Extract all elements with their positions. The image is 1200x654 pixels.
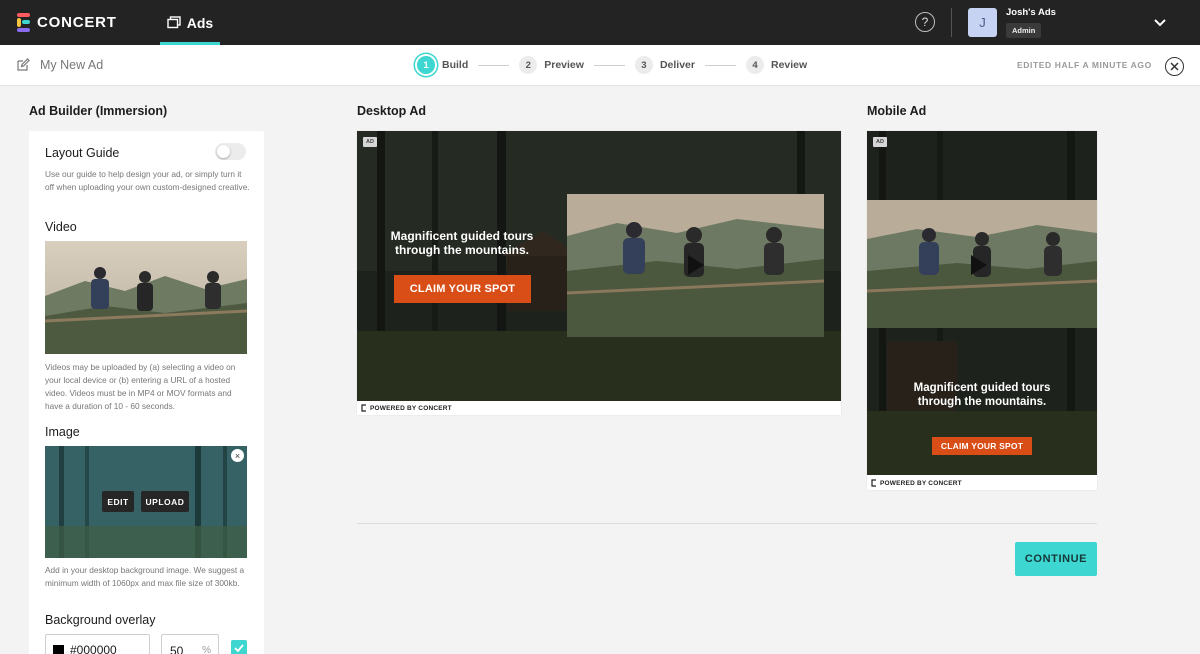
progress-stepper: 1 Build 2 Preview 3 Deliver 4 Review <box>417 55 807 75</box>
mobile-powered-by-label: POWERED BY CONCERT <box>880 479 962 487</box>
chevron-down-icon[interactable] <box>1152 14 1168 30</box>
mobile-powered-by: POWERED BY CONCERT <box>871 479 962 487</box>
pencil-icon[interactable] <box>16 58 30 72</box>
top-navigation-bar: CONCERT Ads ? J Josh's Ads Admin <box>0 0 1200 45</box>
brand-name: CONCERT <box>37 13 117 31</box>
help-icon[interactable]: ? <box>915 12 935 32</box>
desktop-ad-preview[interactable]: AD Magnificent guided tours through the … <box>357 131 841 415</box>
step-build[interactable]: 1 Build <box>417 56 468 74</box>
concert-logo-icon <box>17 12 30 32</box>
video-help: Videos may be uploaded by (a) selecting … <box>45 362 236 411</box>
last-edited-status: EDITED HALF A MINUTE AGO <box>1017 60 1152 70</box>
desktop-powered-by: POWERED BY CONCERT <box>361 404 452 412</box>
image-upload-button[interactable]: UPLOAD <box>141 491 189 512</box>
step-label: Preview <box>544 59 584 71</box>
image-help: Add in your desktop background image. We… <box>45 565 245 588</box>
overlay-enabled-checkbox[interactable] <box>231 640 247 654</box>
nav-tab-ads-label: Ads <box>186 14 214 31</box>
background-overlay-title: Background overlay <box>45 613 156 627</box>
builder-heading: Ad Builder (Immersion) <box>29 104 168 118</box>
step-number: 3 <box>634 56 653 74</box>
image-thumbnail[interactable]: EDIT UPLOAD × <box>45 446 247 558</box>
mobile-forest-image <box>867 131 1097 475</box>
check-icon <box>234 644 244 652</box>
video-title: Video <box>45 220 77 234</box>
mobile-ad-preview[interactable]: AD Magnificent guided tours through the … <box>867 131 1097 490</box>
close-editor-button[interactable] <box>1165 57 1184 76</box>
desktop-forest-image <box>357 131 841 401</box>
step-connector <box>478 64 510 66</box>
step-connector <box>593 64 625 66</box>
ad-name-field[interactable]: My New Ad <box>40 58 103 72</box>
content-divider <box>357 523 1097 524</box>
desktop-powered-by-label: POWERED BY CONCERT <box>370 404 452 412</box>
step-number: 2 <box>519 56 538 74</box>
mobile-cta-button[interactable]: CLAIM YOUR SPOT <box>932 437 1032 455</box>
mobile-ad-background: AD Magnificent guided tours through the … <box>867 131 1097 475</box>
overlay-opacity-value: 50 <box>170 644 184 654</box>
layout-guide-toggle[interactable] <box>215 143 246 160</box>
overlay-color-input[interactable]: #000000 <box>45 634 150 654</box>
step-label: Review <box>770 59 808 71</box>
layout-guide-help: Use our guide to help design your ad, or… <box>45 169 250 192</box>
layout-guide-title: Layout Guide <box>45 146 120 160</box>
step-label: Build <box>442 59 469 71</box>
image-remove-button[interactable]: × <box>231 449 244 462</box>
step-deliver[interactable]: 3 Deliver <box>634 56 695 74</box>
mobile-ad-heading: Mobile Ad <box>867 104 927 118</box>
step-label: Deliver <box>659 59 695 71</box>
step-preview[interactable]: 2 Preview <box>519 56 584 74</box>
mobile-ad-headline: Magnificent guided tours through the mou… <box>913 382 1051 408</box>
image-title: Image <box>45 425 80 439</box>
image-edit-button[interactable]: EDIT <box>102 491 134 512</box>
concert-logo[interactable]: CONCERT <box>17 12 117 32</box>
avatar[interactable]: J <box>968 8 997 37</box>
play-icon[interactable] <box>971 255 987 275</box>
step-number: 4 <box>745 56 764 74</box>
overlay-color-swatch[interactable] <box>53 644 64 654</box>
overlay-color-value: #000000 <box>70 643 117 654</box>
video-thumbnail[interactable] <box>45 241 247 354</box>
desktop-ad-background: AD Magnificent guided tours through the … <box>357 131 841 401</box>
desktop-cta-button[interactable]: CLAIM YOUR SPOT <box>394 275 531 303</box>
ad-builder-panel: Layout Guide Use our guide to help desig… <box>29 131 264 654</box>
overlay-opacity-input[interactable]: 50 % <box>161 634 219 654</box>
video-thumbnail-image <box>45 241 247 354</box>
close-icon <box>1170 62 1179 71</box>
desktop-ad-heading: Desktop Ad <box>357 104 426 118</box>
concert-logo-icon <box>871 479 876 487</box>
account-name[interactable]: Josh's Ads <box>1006 7 1056 18</box>
topbar-divider <box>951 8 952 37</box>
desktop-ad-headline: Magnificent guided tours through the mou… <box>390 229 534 257</box>
play-icon[interactable] <box>688 255 704 275</box>
ad-badge: AD <box>873 137 887 147</box>
step-connector <box>704 64 736 66</box>
step-review[interactable]: 4 Review <box>745 56 808 74</box>
step-number: 1 <box>417 56 435 74</box>
ad-badge: AD <box>363 137 377 147</box>
concert-logo-icon <box>361 404 366 412</box>
continue-button[interactable]: CONTINUE <box>1015 542 1097 576</box>
account-role-badge: Admin <box>1006 23 1042 38</box>
nav-tab-ads[interactable]: Ads <box>160 0 220 45</box>
ads-stack-icon <box>167 16 181 29</box>
overlay-opacity-unit: % <box>202 645 211 654</box>
ad-editor-header: My New Ad 1 Build 2 Preview 3 Deliver 4 … <box>0 45 1200 86</box>
